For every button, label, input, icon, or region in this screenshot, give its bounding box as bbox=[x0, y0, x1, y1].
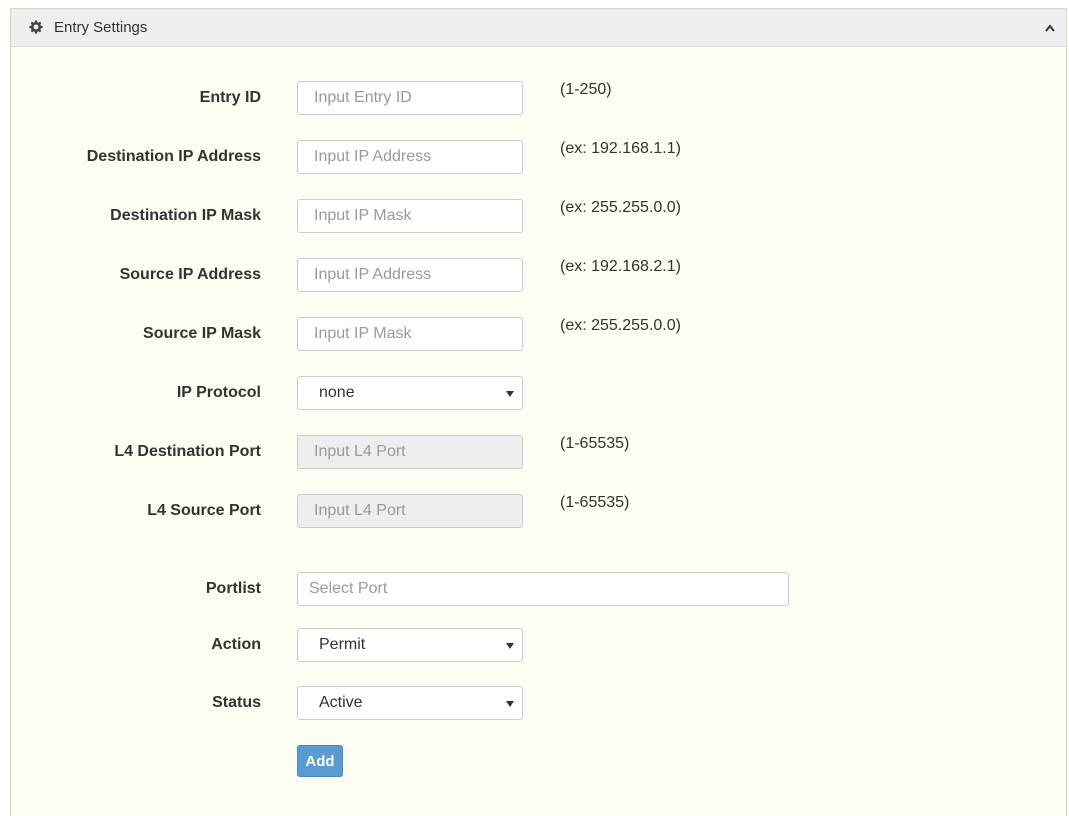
src-ip-row: Source IP Address (ex: 192.168.2.1) bbox=[11, 258, 1061, 292]
chevron-up-icon[interactable] bbox=[1044, 23, 1056, 33]
panel-title: Entry Settings bbox=[54, 19, 148, 36]
l4-dest-port-label: L4 Destination Port bbox=[114, 443, 261, 460]
dropdown-arrow-icon bbox=[506, 391, 514, 397]
portlist-row: Portlist bbox=[11, 572, 1061, 606]
src-mask-label: Source IP Mask bbox=[143, 325, 261, 342]
action-row: Action Permit bbox=[11, 628, 1061, 662]
src-ip-hint: (ex: 192.168.2.1) bbox=[560, 258, 681, 275]
ip-protocol-row: IP Protocol none bbox=[11, 376, 1061, 410]
ip-protocol-value: none bbox=[319, 384, 355, 401]
l4-dest-port-row: L4 Destination Port (1-65535) bbox=[11, 435, 1061, 469]
status-label: Status bbox=[212, 694, 261, 711]
portlist-label: Portlist bbox=[205, 580, 261, 597]
entry-settings-panel: Entry Settings Entry ID (1-250) Destinat… bbox=[10, 8, 1067, 816]
panel-header: Entry Settings bbox=[11, 9, 1066, 47]
l4-src-port-row: L4 Source Port (1-65535) bbox=[11, 494, 1061, 528]
dest-ip-label: Destination IP Address bbox=[86, 148, 261, 165]
entry-id-hint: (1-250) bbox=[560, 81, 612, 98]
dest-mask-label: Destination IP Mask bbox=[110, 207, 261, 224]
src-ip-input[interactable] bbox=[297, 258, 523, 292]
dest-mask-hint: (ex: 255.255.0.0) bbox=[560, 199, 681, 216]
src-mask-row: Source IP Mask (ex: 255.255.0.0) bbox=[11, 317, 1061, 351]
dest-ip-input[interactable] bbox=[297, 140, 523, 174]
src-mask-hint: (ex: 255.255.0.0) bbox=[560, 317, 681, 334]
ip-protocol-select[interactable]: none bbox=[297, 376, 523, 410]
l4-src-port-hint: (1-65535) bbox=[560, 494, 630, 511]
status-select[interactable]: Active bbox=[297, 686, 523, 720]
ip-protocol-label: IP Protocol bbox=[176, 384, 261, 401]
src-mask-input[interactable] bbox=[297, 317, 523, 351]
add-button[interactable]: Add bbox=[297, 745, 343, 777]
entry-id-label: Entry ID bbox=[199, 89, 261, 106]
dest-mask-input[interactable] bbox=[297, 199, 523, 233]
l4-dest-port-hint: (1-65535) bbox=[560, 435, 630, 452]
l4-src-port-label: L4 Source Port bbox=[147, 502, 261, 519]
gear-icon bbox=[29, 20, 43, 34]
dropdown-arrow-icon bbox=[506, 701, 514, 707]
status-row: Status Active bbox=[11, 686, 1061, 720]
portlist-input[interactable] bbox=[297, 572, 789, 606]
l4-dest-port-input bbox=[297, 435, 523, 469]
action-label: Action bbox=[211, 636, 261, 653]
status-value: Active bbox=[319, 694, 363, 711]
l4-src-port-input bbox=[297, 494, 523, 528]
dropdown-arrow-icon bbox=[506, 643, 514, 649]
entry-id-input[interactable] bbox=[297, 81, 523, 115]
dest-mask-row: Destination IP Mask (ex: 255.255.0.0) bbox=[11, 199, 1061, 233]
action-select[interactable]: Permit bbox=[297, 628, 523, 662]
entry-id-row: Entry ID (1-250) bbox=[11, 81, 1061, 115]
src-ip-label: Source IP Address bbox=[119, 266, 261, 283]
dest-ip-hint: (ex: 192.168.1.1) bbox=[560, 140, 681, 157]
action-value: Permit bbox=[319, 636, 366, 653]
dest-ip-row: Destination IP Address (ex: 192.168.1.1) bbox=[11, 140, 1061, 174]
